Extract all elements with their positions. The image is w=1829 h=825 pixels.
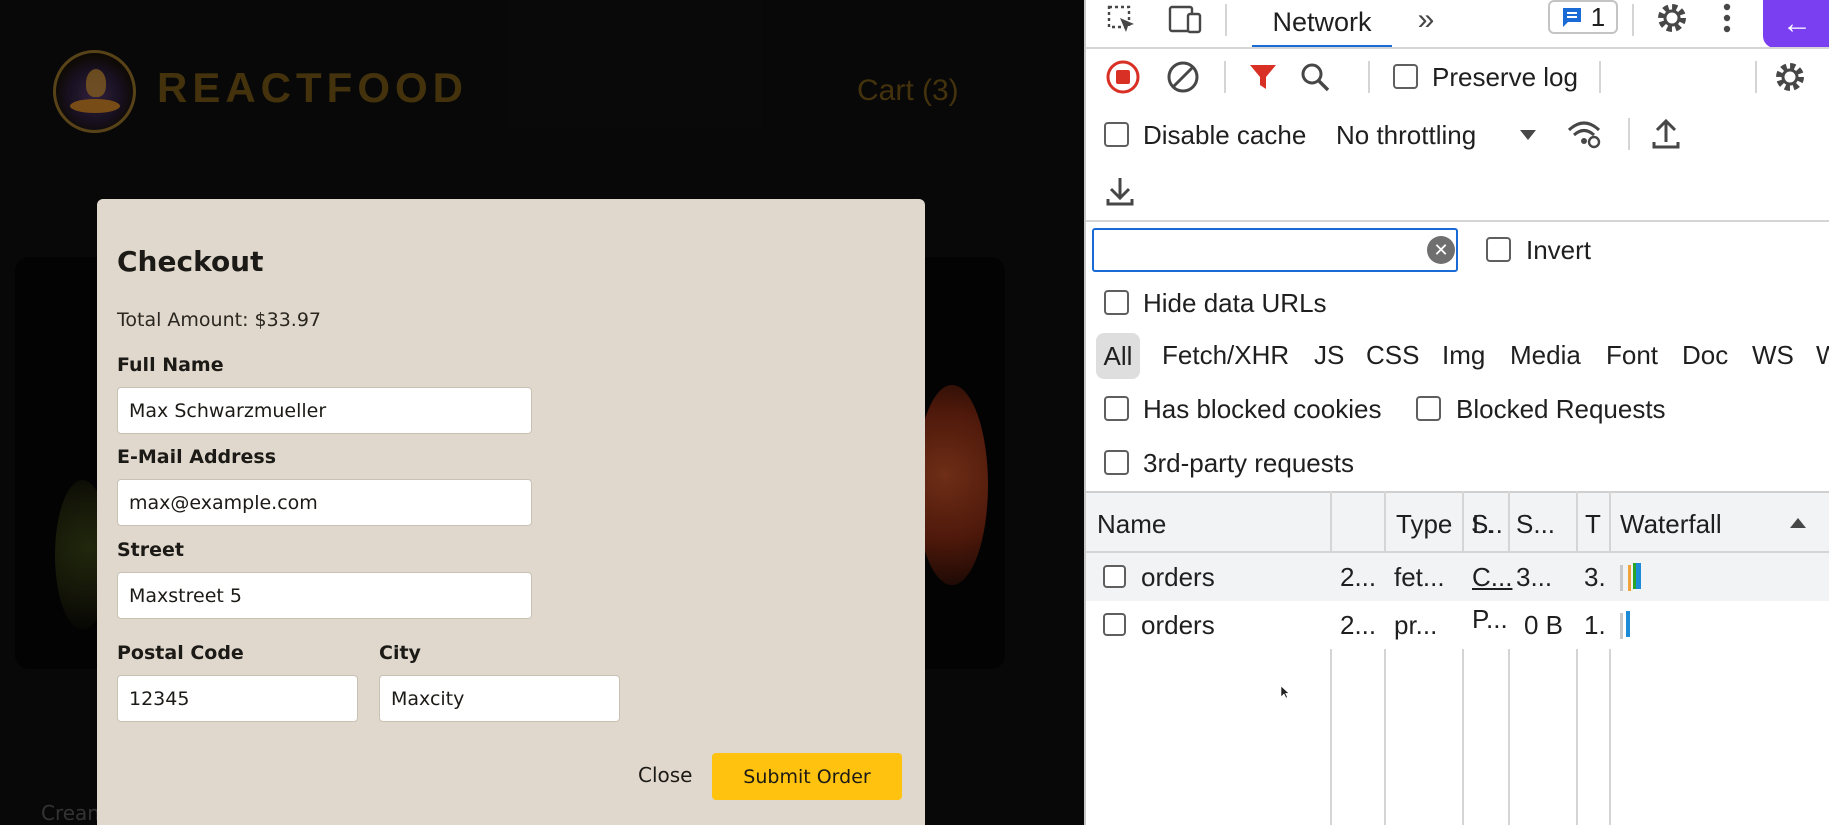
request-size: 0 B: [1524, 610, 1564, 640]
type-filter-fetch-xhr[interactable]: Fetch/XHR: [1162, 340, 1289, 371]
third-party-requests-checkbox[interactable]: [1104, 450, 1129, 475]
col-time[interactable]: T: [1585, 509, 1601, 540]
waterfall-download-bar: [1636, 563, 1641, 589]
inspect-element-icon[interactable]: [1104, 2, 1140, 38]
request-initiator[interactable]: C...: [1472, 562, 1512, 593]
row-checkbox[interactable]: [1103, 613, 1126, 636]
total-amount: Total Amount: $33.97: [117, 309, 321, 331]
record-stop-icon[interactable]: [1104, 58, 1142, 96]
network-settings-icon[interactable]: [1770, 58, 1810, 96]
request-type: fet...: [1394, 562, 1445, 592]
blocked-requests-checkbox[interactable]: [1416, 396, 1441, 421]
request-status: 2...: [1340, 562, 1377, 592]
clear-filter-icon[interactable]: ✕: [1427, 236, 1455, 264]
type-filter-all[interactable]: All: [1096, 333, 1140, 379]
invert-label: Invert: [1526, 235, 1592, 265]
hide-data-urls-label: Hide data URLs: [1143, 288, 1327, 318]
more-tabs-icon[interactable]: »: [1406, 2, 1446, 38]
postal-code-input[interactable]: [117, 675, 358, 722]
type-filter-css[interactable]: CSS: [1366, 340, 1419, 371]
email-label: E-Mail Address: [117, 446, 277, 468]
invert-checkbox[interactable]: [1486, 237, 1511, 262]
dropdown-triangle-icon[interactable]: [1514, 122, 1542, 148]
has-blocked-cookies-checkbox[interactable]: [1104, 396, 1129, 421]
app-page: REACTFOOD Cart (3) Crean Checkout Total …: [0, 0, 1084, 825]
col-type[interactable]: Type: [1396, 509, 1452, 540]
modal-title: Checkout: [117, 245, 264, 278]
request-name: orders: [1141, 610, 1215, 640]
export-har-icon[interactable]: [1100, 172, 1140, 210]
request-time: 3.: [1584, 562, 1606, 592]
search-icon[interactable]: [1296, 58, 1334, 96]
table-header: Name S.. Type I.. S... T Waterfall: [1086, 491, 1829, 553]
mouse-cursor-icon: [1278, 683, 1292, 701]
network-conditions-icon[interactable]: [1564, 115, 1604, 153]
type-filter-wasm[interactable]: W: [1816, 340, 1829, 371]
table-row[interactable]: orders 2... fet... C... 3... 3.: [1086, 553, 1829, 601]
filter-input[interactable]: [1092, 228, 1458, 272]
col-size[interactable]: S...: [1516, 509, 1555, 540]
tab-network[interactable]: Network: [1252, 0, 1392, 48]
request-size: 3...: [1516, 562, 1553, 592]
street-input[interactable]: [117, 572, 532, 619]
disable-cache-checkbox[interactable]: [1104, 122, 1129, 147]
city-label: City: [379, 642, 421, 664]
close-button[interactable]: Close: [626, 751, 704, 798]
postal-code-label: Postal Code: [117, 642, 244, 664]
waterfall-queue-bar: [1620, 613, 1623, 639]
sort-ascending-icon[interactable]: [1786, 511, 1810, 535]
type-filter-media[interactable]: Media: [1510, 340, 1581, 371]
waterfall-queue-bar: [1620, 565, 1623, 591]
table-row[interactable]: orders 2... pr... P... 0 B 1.: [1086, 601, 1829, 649]
preserve-log-checkbox[interactable]: [1393, 64, 1418, 89]
request-type: pr...: [1394, 610, 1438, 640]
waterfall-wait-bar: [1628, 565, 1631, 591]
row-checkbox[interactable]: [1103, 565, 1126, 588]
full-name-label: Full Name: [117, 354, 224, 376]
type-filter-doc[interactable]: Doc: [1682, 340, 1728, 371]
devtools-panel: Network » 1 ← Preserve log Disable cache…: [1084, 0, 1829, 825]
settings-gear-icon[interactable]: [1652, 0, 1692, 36]
issues-count: 1: [1590, 1, 1606, 32]
checkout-modal: Checkout Total Amount: $33.97 Full Name …: [97, 199, 925, 825]
message-icon: [1562, 8, 1581, 27]
arrow-left-icon: ←: [1782, 7, 1812, 40]
email-input[interactable]: [117, 479, 532, 526]
waterfall-download-bar: [1626, 611, 1630, 637]
back-arrow-button[interactable]: ←: [1763, 0, 1829, 48]
type-filter-js[interactable]: JS: [1314, 340, 1344, 371]
preserve-log-label: Preserve log: [1432, 62, 1578, 92]
request-initiator: P...: [1472, 604, 1508, 634]
type-filter-img[interactable]: Img: [1442, 340, 1485, 371]
type-filter-ws[interactable]: WS: [1752, 340, 1794, 371]
third-party-requests-label: 3rd-party requests: [1143, 448, 1354, 478]
submit-order-button[interactable]: Submit Order: [712, 753, 902, 800]
more-options-icon[interactable]: [1712, 0, 1742, 36]
throttling-select[interactable]: No throttling: [1336, 120, 1476, 151]
col-name[interactable]: Name: [1097, 509, 1166, 540]
full-name-input[interactable]: [117, 387, 532, 434]
request-status: 2...: [1340, 610, 1377, 640]
requests-table: Name S.. Type I.. S... T Waterfall order…: [1086, 491, 1829, 825]
col-waterfall[interactable]: Waterfall: [1620, 509, 1722, 540]
device-toolbar-icon[interactable]: [1166, 2, 1206, 38]
import-har-icon[interactable]: [1646, 115, 1686, 153]
issues-badge[interactable]: 1: [1548, 0, 1618, 34]
type-filter-font[interactable]: Font: [1606, 340, 1658, 371]
hide-data-urls-checkbox[interactable]: [1104, 290, 1129, 315]
filter-funnel-icon[interactable]: [1244, 58, 1282, 96]
request-time: 1.: [1584, 610, 1606, 640]
request-name: orders: [1141, 562, 1215, 592]
street-label: Street: [117, 539, 184, 561]
city-input[interactable]: [379, 675, 620, 722]
blocked-requests-label: Blocked Requests: [1456, 394, 1666, 424]
disable-cache-label: Disable cache: [1143, 120, 1307, 150]
clear-icon[interactable]: [1164, 58, 1202, 96]
has-blocked-cookies-label: Has blocked cookies: [1143, 394, 1382, 424]
col-initiator[interactable]: I..: [1472, 509, 1494, 540]
